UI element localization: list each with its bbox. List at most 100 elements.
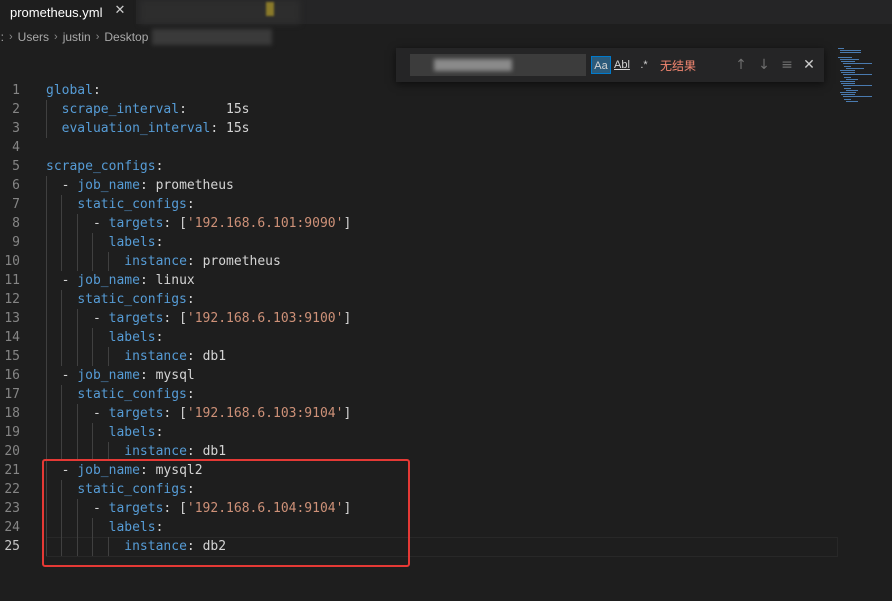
- indent: -: [46, 178, 78, 193]
- indent-guide: [46, 214, 47, 233]
- bracket: [: [179, 311, 187, 326]
- yaml-key: targets: [108, 311, 164, 326]
- blurred-search-text: [434, 59, 512, 71]
- yaml-colon: :: [179, 102, 227, 117]
- yaml-colon: :: [163, 311, 180, 326]
- arrow-up-icon[interactable]: ↑: [732, 56, 750, 74]
- code-line: 8 - targets: ['192.168.6.101:9090']: [0, 214, 892, 233]
- whole-word-toggle[interactable]: Abl: [612, 56, 632, 74]
- code-line: 11 - job_name: linux: [0, 271, 892, 290]
- code-line: 12 static_configs:: [0, 290, 892, 309]
- yaml-key: targets: [108, 216, 164, 231]
- regex-toggle[interactable]: .*: [634, 56, 654, 74]
- minimap-line: [844, 87, 851, 89]
- line-content: scrape_configs:: [46, 157, 163, 176]
- line-content: - job_name: linux: [46, 271, 195, 290]
- line-content: static_configs:: [46, 385, 194, 404]
- yaml-colon: :: [186, 254, 203, 269]
- indent-guide: [61, 195, 63, 214]
- indent-guide: [107, 347, 109, 366]
- indent-guide: [76, 252, 78, 271]
- minimap-line: [844, 98, 851, 100]
- code-line: 15 instance: db1: [0, 347, 892, 366]
- line-number: 22: [4, 482, 20, 497]
- close-icon[interactable]: ✕: [800, 56, 818, 74]
- minimap-line: [842, 85, 873, 87]
- arrow-down-icon[interactable]: ↓: [755, 56, 773, 74]
- line-number: 8: [12, 216, 20, 231]
- code-line: 10 instance: prometheus: [0, 252, 892, 271]
- yaml-key: targets: [108, 406, 164, 421]
- minimap-line: [841, 83, 855, 85]
- minimap-line: [846, 67, 864, 69]
- find-in-selection-icon[interactable]: ≡: [778, 56, 796, 74]
- minimap-line: [841, 94, 855, 96]
- find-status: 无结果: [660, 59, 697, 73]
- yaml-colon: :: [155, 159, 164, 174]
- indent-guide: [61, 309, 63, 328]
- line-number: 15: [4, 349, 20, 364]
- code-line: 18 - targets: ['192.168.6.103:9104']: [0, 404, 892, 423]
- minimap-line: [841, 61, 855, 63]
- yaml-key: instance: [124, 254, 187, 269]
- indent: -: [46, 368, 78, 383]
- minimap-line: [839, 81, 855, 82]
- indent-guide: [46, 252, 47, 271]
- minimap[interactable]: [838, 48, 878, 108]
- line-number: 25: [4, 539, 20, 554]
- indent-guide: [92, 252, 94, 271]
- line-number: 4: [12, 140, 20, 155]
- yaml-colon: :: [139, 368, 156, 383]
- yaml-colon: :: [139, 178, 156, 193]
- indent-guide: [76, 423, 78, 442]
- minimap-line: [838, 56, 852, 58]
- match-case-toggle[interactable]: Aa: [591, 56, 611, 74]
- line-content: evaluation_interval: 15s: [46, 119, 250, 138]
- yaml-key: job_name: [77, 368, 140, 383]
- yaml-key: job_name: [77, 178, 140, 193]
- indent-guide: [61, 423, 63, 442]
- line-number: 19: [4, 425, 20, 440]
- yaml-colon: :: [155, 235, 164, 250]
- line-content: - job_name: prometheus: [46, 176, 234, 195]
- line-number: 12: [4, 292, 20, 307]
- line-number: 7: [12, 197, 20, 212]
- indent: -: [46, 273, 78, 288]
- yaml-colon: :: [210, 121, 227, 136]
- yaml-colon: :: [163, 406, 180, 421]
- yaml-key: global: [46, 83, 93, 98]
- yaml-key: evaluation_interval: [61, 121, 211, 136]
- yaml-key: static_configs: [77, 292, 187, 307]
- yaml-colon: :: [186, 444, 203, 459]
- yaml-value: prometheus: [202, 254, 281, 269]
- indent-guide: [46, 233, 47, 252]
- line-content: - targets: ['192.168.6.103:9104']: [46, 404, 351, 423]
- yaml-value: ['192.168.6.103:9104']: [179, 406, 351, 421]
- indent-guide: [76, 404, 78, 423]
- minimap-line: [842, 96, 873, 98]
- line-content: global:: [46, 81, 101, 100]
- yaml-value: prometheus: [155, 178, 234, 193]
- indent-guide: [76, 328, 78, 347]
- indent-guide: [92, 328, 94, 347]
- indent-guide: [61, 252, 63, 271]
- line-content: labels:: [46, 233, 164, 252]
- minimap-line: [842, 63, 873, 65]
- indent-guide: [76, 347, 78, 366]
- yaml-key: scrape_interval: [61, 102, 180, 117]
- indent-guide: [46, 366, 47, 385]
- line-number: 21: [4, 463, 20, 478]
- yaml-colon: :: [155, 330, 164, 345]
- yaml-colon: :: [163, 216, 180, 231]
- yaml-value: linux: [155, 273, 195, 288]
- minimap-line: [839, 59, 860, 60]
- bracket: [: [179, 216, 187, 231]
- code-line: 5 scrape_configs:: [0, 157, 892, 176]
- yaml-value: ['192.168.6.101:9090']: [179, 216, 351, 231]
- find-input[interactable]: [410, 54, 586, 76]
- line-number: 17: [4, 387, 20, 402]
- code-line: 17 static_configs:: [0, 385, 892, 404]
- line-content: instance: prometheus: [46, 252, 281, 271]
